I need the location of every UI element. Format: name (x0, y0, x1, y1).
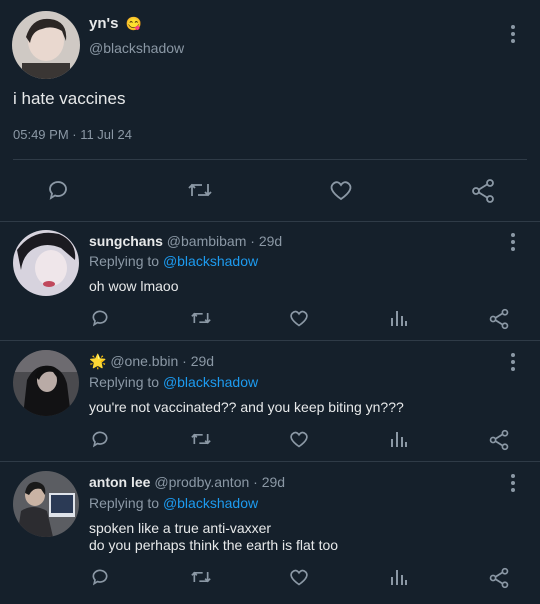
avatar[interactable] (13, 471, 79, 537)
replying-to-line: Replying to @blackshadow (89, 253, 258, 269)
retweet-icon[interactable] (190, 308, 212, 328)
share-icon[interactable] (488, 308, 510, 330)
reply-age: · 29d (253, 474, 286, 490)
retweet-icon[interactable] (190, 567, 212, 587)
reply-handle[interactable]: @one.bbin (110, 353, 178, 369)
more-options-icon[interactable] (510, 233, 516, 251)
author-name-row: yn's 😋 (89, 15, 142, 33)
replying-prefix: Replying to (89, 374, 160, 390)
reply-icon[interactable] (90, 429, 110, 449)
reply-header: anton lee @prodby.anton · 29d (89, 474, 285, 490)
reply-display-name[interactable]: anton lee (89, 474, 150, 490)
avatar[interactable] (13, 230, 79, 296)
replying-to-line: Replying to @blackshadow (89, 374, 258, 390)
divider (13, 159, 527, 160)
author-handle[interactable]: @blackshadow (89, 40, 184, 56)
reply-handle[interactable]: @prodby.anton (154, 474, 249, 490)
retweet-icon[interactable] (187, 178, 213, 202)
main-tweet: yn's 😋 @blackshadow i hate vaccines 05:4… (0, 0, 540, 222)
reply-tweet: sungchans @bambibam · 29d Replying to @b… (0, 222, 540, 340)
reply-display-name[interactable]: sungchans (89, 233, 163, 249)
reply-tweet: 🌟 @one.bbin · 29d Replying to @blackshad… (0, 341, 540, 461)
views-icon[interactable] (390, 567, 408, 587)
share-icon[interactable] (488, 567, 510, 589)
reply-age: · 29d (250, 233, 283, 249)
reply-header: 🌟 @one.bbin · 29d (89, 353, 214, 370)
more-options-icon[interactable] (510, 474, 516, 492)
more-options-icon[interactable] (510, 25, 516, 43)
reply-header: sungchans @bambibam · 29d (89, 233, 282, 249)
reply-name-emoji: 🌟 (89, 353, 107, 369)
reply-handle[interactable]: @bambibam (167, 233, 247, 249)
like-icon[interactable] (288, 567, 310, 587)
share-icon[interactable] (470, 178, 496, 204)
replying-prefix: Replying to (89, 253, 160, 269)
tweet-text: i hate vaccines (13, 89, 126, 108)
reply-icon[interactable] (90, 567, 110, 587)
reply-text: you're not vaccinated?? and you keep bit… (89, 399, 404, 415)
replying-to-mention[interactable]: @blackshadow (163, 374, 258, 390)
like-icon[interactable] (288, 429, 310, 449)
like-icon[interactable] (288, 308, 310, 328)
reply-text: oh wow lmaoo (89, 278, 179, 294)
replying-to-line: Replying to @blackshadow (89, 495, 258, 511)
replying-to-mention[interactable]: @blackshadow (163, 253, 258, 269)
tweet-timestamp[interactable]: 05:49 PM · 11 Jul 24 (13, 127, 132, 142)
reply-text-line: spoken like a true anti-vaxxer (89, 520, 272, 536)
share-icon[interactable] (488, 429, 510, 451)
author-emoji: 😋 (125, 16, 143, 31)
like-icon[interactable] (328, 178, 354, 202)
avatar[interactable] (12, 11, 80, 79)
more-options-icon[interactable] (510, 353, 516, 371)
avatar[interactable] (13, 350, 79, 416)
replying-to-mention[interactable]: @blackshadow (163, 495, 258, 511)
retweet-icon[interactable] (190, 429, 212, 449)
views-icon[interactable] (390, 308, 408, 328)
views-icon[interactable] (390, 429, 408, 449)
reply-icon[interactable] (46, 178, 70, 202)
replying-prefix: Replying to (89, 495, 160, 511)
reply-text-line: do you perhaps think the earth is flat t… (89, 537, 339, 553)
reply-age: · 29d (182, 353, 215, 369)
author-display-name[interactable]: yn's (89, 15, 118, 32)
reply-tweet: anton lee @prodby.anton · 29d Replying t… (0, 462, 540, 604)
reply-icon[interactable] (90, 308, 110, 328)
